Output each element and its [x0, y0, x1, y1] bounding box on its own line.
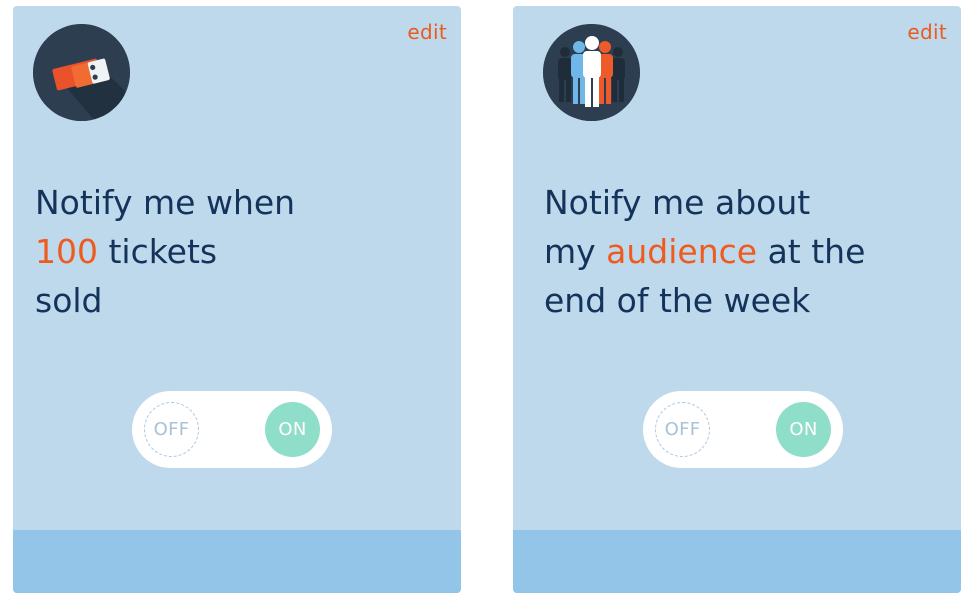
- headline-text: Notify me about: [544, 183, 811, 222]
- notification-toggle[interactable]: OFF ON: [643, 391, 843, 468]
- notification-card-audience: edit Notify me about my audience at the en…: [513, 6, 961, 593]
- notification-card-tickets: edit Notify me when 100 tickets sold OFF O…: [13, 6, 461, 593]
- highlight-value: audience: [606, 232, 758, 271]
- tickets-icon: [33, 24, 130, 121]
- card-footer: [13, 530, 461, 593]
- notification-toggle[interactable]: OFF ON: [132, 391, 332, 468]
- headline-text: end of the week: [544, 281, 811, 320]
- highlight-value: 100: [35, 232, 98, 271]
- notification-headline: Notify me about my audience at the end of …: [544, 178, 931, 325]
- edit-link[interactable]: edit: [907, 20, 947, 44]
- toggle-off-option[interactable]: OFF: [144, 402, 199, 457]
- headline-text: my: [544, 232, 607, 271]
- headline-text: Notify me when: [35, 183, 296, 222]
- audience-icon: [543, 24, 640, 121]
- headline-text: tickets: [98, 232, 218, 271]
- notification-headline: Notify me when 100 tickets sold: [35, 178, 431, 325]
- headline-text: at the: [757, 232, 866, 271]
- card-footer: [513, 530, 961, 593]
- toggle-on-option[interactable]: ON: [776, 402, 831, 457]
- edit-link[interactable]: edit: [407, 20, 447, 44]
- toggle-on-option[interactable]: ON: [265, 402, 320, 457]
- toggle-off-option[interactable]: OFF: [655, 402, 710, 457]
- headline-text: sold: [35, 281, 103, 320]
